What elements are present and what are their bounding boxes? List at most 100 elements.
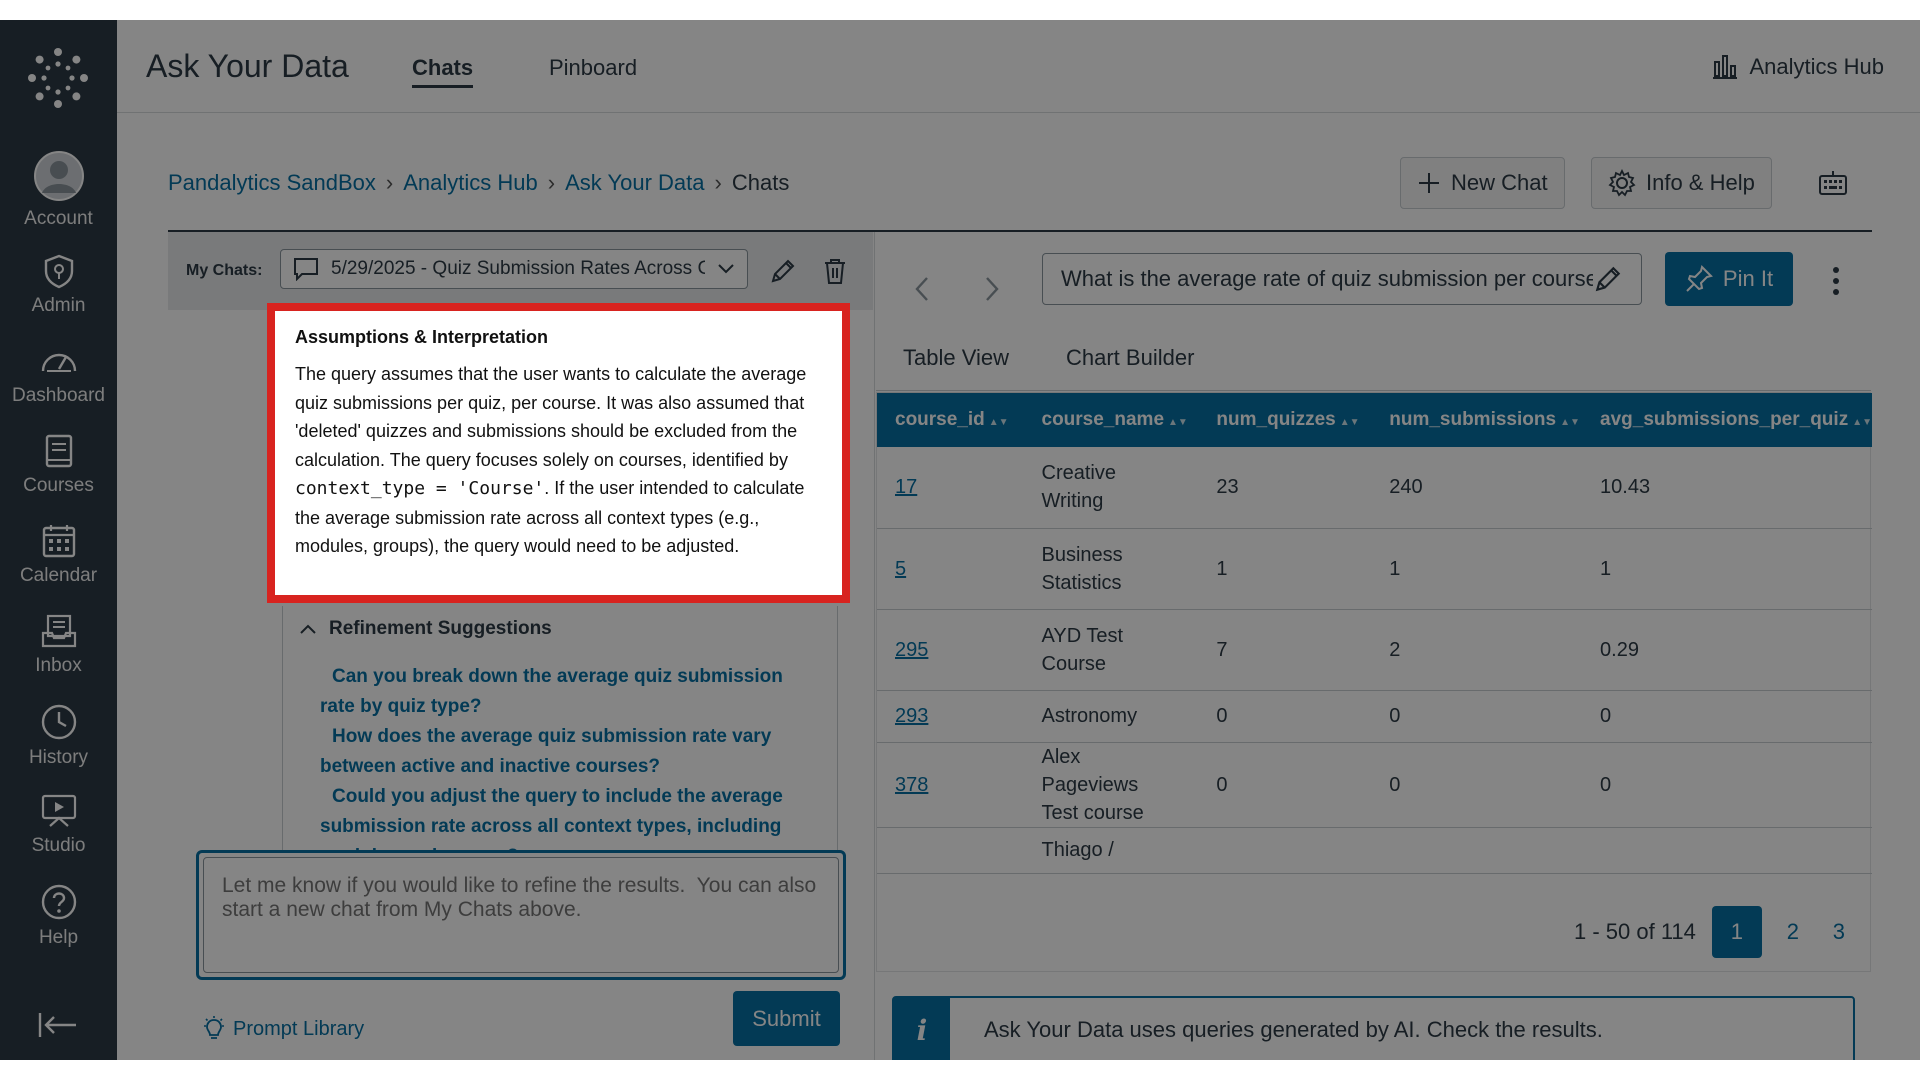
prompt-library-link[interactable]: Prompt Library — [203, 1016, 364, 1042]
page-button[interactable]: 1 — [1711, 906, 1762, 958]
column-header[interactable]: num_submissions ▲▼ — [1371, 393, 1582, 447]
cell-course-id: 295 — [877, 609, 1024, 691]
tab-pinboard[interactable]: Pinboard — [549, 55, 637, 81]
chevron-right-icon[interactable] — [975, 272, 1009, 306]
more-options-icon[interactable] — [1826, 264, 1846, 298]
column-header[interactable]: course_id ▲▼ — [877, 393, 1024, 447]
cell-num-quizzes: 1 — [1198, 528, 1372, 610]
cell-num-quizzes: 23 — [1198, 447, 1372, 529]
nav-item-dashboard[interactable]: Dashboard — [0, 343, 117, 423]
chevron-up-icon — [300, 624, 316, 634]
course-id-link[interactable]: 17 — [895, 476, 917, 498]
info-help-button[interactable]: Info & Help — [1591, 157, 1772, 209]
breadcrumb-item[interactable]: Pandalytics SandBox — [168, 170, 376, 196]
suggestion-link[interactable]: Can you break down the average quiz subm… — [320, 662, 820, 722]
cell-avg-submissions: 1 — [1582, 528, 1872, 610]
cell-avg-submissions: 0.29 — [1582, 609, 1872, 691]
page-button[interactable]: 2 — [1778, 906, 1808, 958]
course-id-link[interactable]: 295 — [895, 639, 928, 661]
inbox-icon — [41, 614, 76, 648]
nav-item-inbox[interactable]: Inbox — [0, 613, 117, 693]
nav-item-courses[interactable]: Courses — [0, 433, 117, 513]
collapse-nav-icon[interactable] — [36, 1010, 80, 1040]
table-row: 295 AYD Test Course 7 2 0.29 — [877, 609, 1872, 691]
pencil-icon — [771, 259, 795, 283]
analytics-hub-label: Analytics Hub — [1749, 54, 1884, 79]
tabs-divider — [876, 390, 1871, 391]
chevron-right-icon: › — [385, 170, 394, 195]
breadcrumb-current: Chats — [731, 170, 790, 195]
nav-item-history[interactable]: History — [0, 703, 117, 783]
cell-course-id: 378 — [877, 742, 1024, 828]
pin-it-button[interactable]: Pin It — [1665, 252, 1793, 306]
cell-num-quizzes: 0 — [1198, 690, 1372, 743]
canvas-logo-icon[interactable] — [26, 46, 90, 110]
prompt-input[interactable] — [203, 857, 839, 973]
sort-icon: ▲▼ — [1168, 417, 1188, 428]
keyboard-icon[interactable] — [1818, 170, 1848, 196]
chevron-right-icon: › — [547, 170, 556, 195]
column-header[interactable]: avg_submissions_per_quiz ▲▼ — [1582, 393, 1872, 447]
sort-icon: ▲▼ — [1339, 417, 1360, 428]
column-header[interactable]: num_quizzes ▲▼ — [1198, 393, 1371, 447]
pencil-icon[interactable] — [1593, 264, 1623, 294]
tab-chats[interactable]: Chats — [412, 55, 474, 88]
app-title: Ask Your Data — [146, 48, 349, 84]
info-icon: i — [894, 998, 950, 1060]
cell-num-quizzes: 7 — [1198, 609, 1372, 691]
app-header: Ask Your Data Chats Pinboard Analytics H… — [117, 20, 1920, 113]
nav-item-studio[interactable]: Studio — [0, 793, 117, 873]
breadcrumb-item[interactable]: Ask Your Data — [565, 170, 704, 196]
sort-icon: ▲▼ — [1852, 417, 1872, 428]
panel-divider — [874, 232, 875, 1060]
chat-bubble-icon — [294, 258, 318, 281]
refinement-toggle[interactable]: Refinement Suggestions — [299, 618, 552, 640]
nav-label-inbox: Inbox — [35, 655, 82, 676]
course-id-link[interactable]: 378 — [895, 774, 928, 796]
chevron-left-icon[interactable] — [905, 272, 939, 306]
chevron-down-icon — [718, 264, 734, 274]
nav-label-studio: Studio — [31, 835, 86, 856]
cell-avg-submissions: 0 — [1582, 742, 1872, 828]
query-title-text: What is the average rate of quiz submiss… — [1061, 266, 1593, 291]
cell-num-submissions: 0 — [1371, 742, 1583, 828]
cell-course-name: Alex Pageviews Test course — [1023, 742, 1199, 828]
query-title-field[interactable]: What is the average rate of quiz submiss… — [1042, 253, 1642, 305]
nav-item-calendar[interactable]: Calendar — [0, 523, 117, 603]
results-table: course_id ▲▼ course_name ▲▼ num_quizzes ▲▼ … — [877, 393, 1872, 874]
course-id-link[interactable]: 293 — [895, 705, 928, 727]
assumptions-card: Assumptions & Interpretation The query a… — [267, 303, 850, 603]
rename-chat-button[interactable] — [766, 254, 800, 288]
ai-info-banner: i Ask Your Data uses queries generated b… — [892, 996, 1855, 1060]
nav-item-admin[interactable]: Admin — [0, 253, 117, 333]
nav-item-help[interactable]: Help — [0, 883, 117, 963]
studio-icon — [41, 794, 76, 827]
cell-num-submissions: 0 — [1371, 690, 1583, 743]
submit-button[interactable]: Submit — [733, 991, 840, 1046]
gear-icon — [1608, 169, 1636, 197]
delete-chat-button[interactable] — [818, 254, 852, 288]
plus-icon — [1419, 173, 1439, 193]
suggestion-link[interactable]: Could you adjust the query to include th… — [320, 782, 820, 850]
cell-avg-submissions — [1582, 827, 1872, 874]
refinement-title: Refinement Suggestions — [329, 618, 552, 639]
suggestion-list: Can you break down the average quiz subm… — [320, 662, 820, 850]
course-id-link[interactable]: 5 — [895, 558, 906, 580]
page-button[interactable]: 3 — [1824, 906, 1854, 958]
table-row: 293 Astronomy 0 0 0 — [877, 690, 1872, 743]
pushpin-icon — [1686, 265, 1713, 292]
cell-course-name: AYD Test Course — [1023, 609, 1199, 691]
nav-label-admin: Admin — [31, 295, 86, 316]
nav-item-account[interactable]: Account — [0, 150, 117, 230]
column-header[interactable]: course_name ▲▼ — [1024, 393, 1199, 447]
suggestion-link[interactable]: How does the average quiz submission rat… — [320, 722, 820, 782]
my-chats-label: My Chats: — [186, 262, 263, 279]
trash-icon — [825, 259, 845, 284]
ai-info-text: Ask Your Data uses queries generated by … — [984, 1017, 1603, 1042]
tab-chart-builder[interactable]: Chart Builder — [1066, 345, 1194, 393]
breadcrumb-item[interactable]: Analytics Hub — [403, 170, 538, 196]
results-table-container: course_id ▲▼ course_name ▲▼ num_quizzes ▲▼ … — [876, 392, 1872, 972]
chat-select-dropdown[interactable]: 5/29/2025 - Quiz Submission Rates Across… — [280, 249, 748, 289]
analytics-hub-link[interactable]: Analytics Hub — [1711, 54, 1884, 80]
new-chat-button[interactable]: New Chat — [1400, 157, 1565, 209]
